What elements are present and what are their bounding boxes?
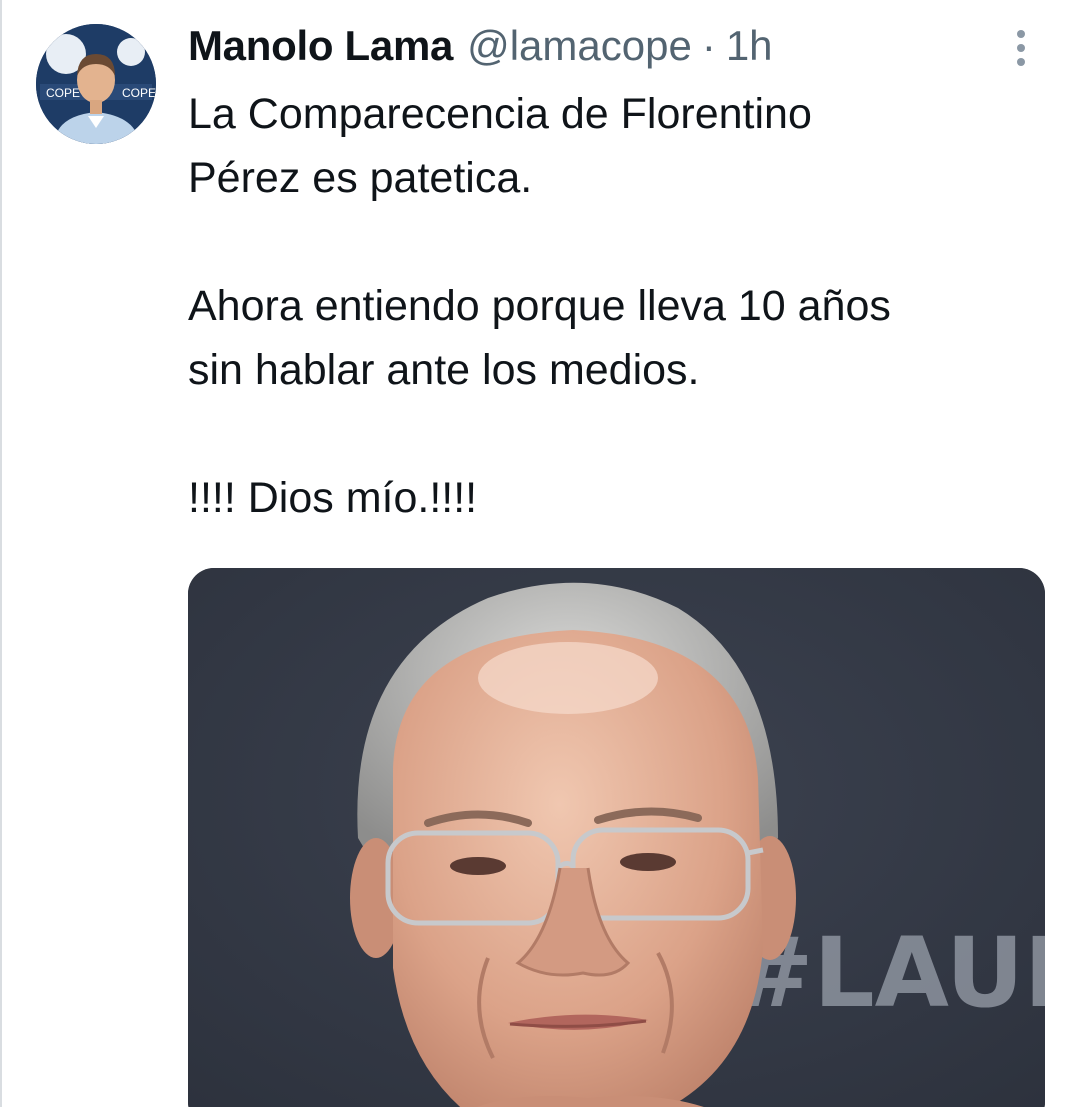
more-vertical-icon bbox=[1017, 30, 1025, 66]
tweet-photo[interactable]: #LAUR bbox=[188, 568, 1045, 1107]
avatar-image: COPE COPE bbox=[36, 24, 156, 144]
tweet-header: Manolo Lama @lamacope · 1h bbox=[188, 18, 773, 74]
tweet-line: Ahora entiendo porque lleva 10 años bbox=[188, 282, 891, 330]
photo-illustration: #LAUR bbox=[188, 568, 1045, 1107]
avatar-logo-left: COPE bbox=[46, 86, 80, 100]
tweet-line: Pérez es patetica. bbox=[188, 154, 533, 202]
author-name[interactable]: Manolo Lama bbox=[188, 22, 453, 70]
timeline-border bbox=[0, 0, 2, 1107]
header-separator: · bbox=[701, 22, 716, 69]
timestamp[interactable]: 1h bbox=[726, 22, 773, 70]
tweet-card[interactable]: COPE COPE Manolo Lama @lamacope · 1h La … bbox=[0, 0, 1080, 1107]
tweet-line: sin hablar ante los medios. bbox=[188, 346, 700, 394]
more-button[interactable] bbox=[1004, 26, 1038, 70]
avatar[interactable]: COPE COPE bbox=[36, 24, 156, 144]
tweet-line: !!!! Dios mío.!!!! bbox=[188, 474, 478, 522]
avatar-logo-right: COPE bbox=[122, 86, 156, 100]
tweet-text: La Comparecencia de Florentino Pérez es … bbox=[188, 82, 1068, 530]
tweet-line: La Comparecencia de Florentino bbox=[188, 90, 812, 138]
author-handle[interactable]: @lamacope bbox=[467, 22, 692, 70]
